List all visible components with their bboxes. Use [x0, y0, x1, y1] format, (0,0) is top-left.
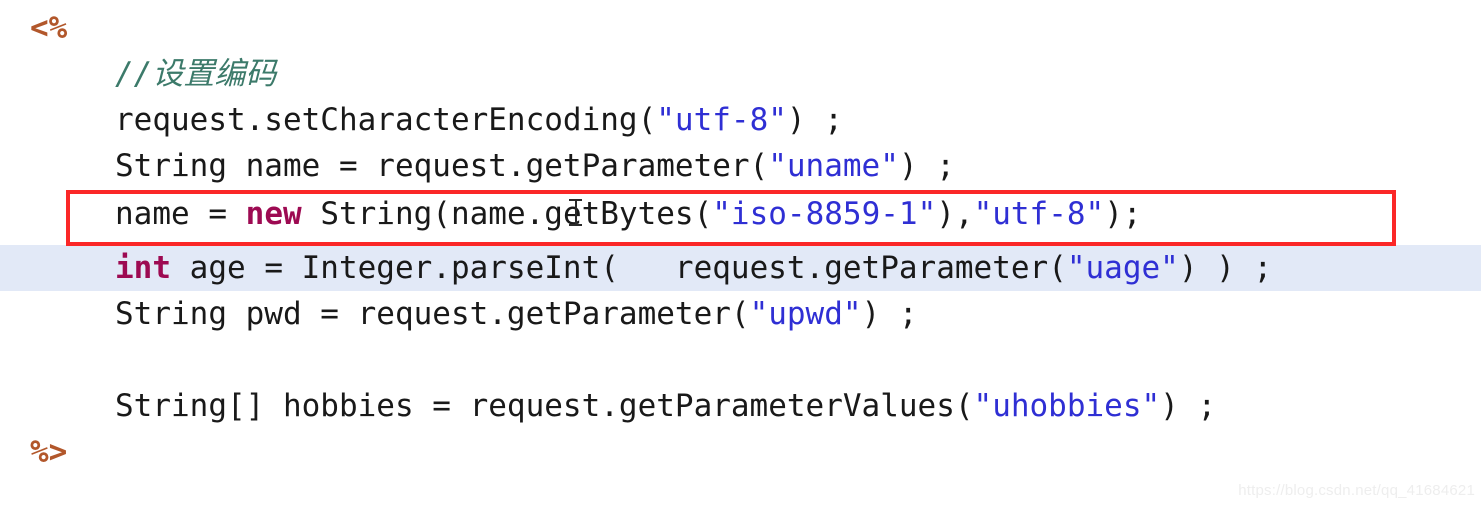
code-line[interactable]: <% — [0, 5, 1481, 51]
code-token-plain: String[] hobbies = request.getParameterV… — [115, 388, 974, 424]
code-token-string: "uhobbies" — [973, 388, 1161, 424]
code-line[interactable]: %> — [0, 429, 1481, 475]
code-token-plain: String name = request.getParameter( — [115, 148, 769, 184]
code-line[interactable]: request.setCharacterEncoding("utf-8") ; — [0, 97, 1481, 143]
code-token-plain: String pwd = request.getParameter( — [115, 296, 750, 332]
code-line[interactable]: String pwd = request.getParameter("upwd"… — [0, 291, 1481, 337]
code-token-plain: String(name.getBytes( — [301, 196, 713, 232]
code-token-string: "utf-8" — [973, 196, 1105, 232]
code-token-string: "upwd" — [749, 296, 862, 332]
code-token-keyword: new — [245, 196, 302, 232]
code-token-tag: <% — [30, 10, 68, 46]
code-token-plain: ) ; — [898, 148, 955, 184]
code-line[interactable] — [0, 337, 1481, 383]
code-token-string: "iso-8859-1" — [712, 196, 937, 232]
code-token-plain: ) ; — [1160, 388, 1217, 424]
code-line[interactable]: int age = Integer.parseInt( request.getP… — [0, 245, 1481, 291]
code-token-string: "uname" — [768, 148, 899, 184]
code-token-comment: //设置编码 — [115, 56, 277, 92]
code-line[interactable]: String name = request.getParameter("unam… — [0, 143, 1481, 189]
code-token-plain: ), — [936, 196, 974, 232]
code-token-plain: ) ; — [786, 102, 843, 138]
code-token-plain: name = — [115, 196, 246, 232]
code-token-plain: age = Integer.parseInt( request.getParam… — [171, 250, 1067, 286]
code-token-tag: %> — [30, 434, 68, 470]
code-token-string: "utf-8" — [656, 102, 787, 138]
code-line[interactable]: name = new String(name.getBytes("iso-885… — [0, 191, 1481, 237]
code-screenshot: <%//设置编码 request.setCharacterEncoding("ut… — [0, 0, 1481, 505]
code-editor-surface[interactable]: <%//设置编码 request.setCharacterEncoding("ut… — [0, 0, 1481, 505]
code-token-keyword: int — [115, 250, 171, 286]
code-token-plain: ) ) ; — [1178, 250, 1273, 286]
code-token-plain: ) ; — [861, 296, 918, 332]
watermark-text: https://blog.csdn.net/qq_41684621 — [1238, 482, 1475, 499]
code-line[interactable]: String[] hobbies = request.getParameterV… — [0, 383, 1481, 429]
code-line[interactable]: //设置编码 — [0, 51, 1481, 97]
code-token-string: "uage" — [1066, 250, 1179, 286]
code-token-plain: ); — [1104, 196, 1142, 232]
code-token-plain: request.setCharacterEncoding( — [115, 102, 657, 138]
